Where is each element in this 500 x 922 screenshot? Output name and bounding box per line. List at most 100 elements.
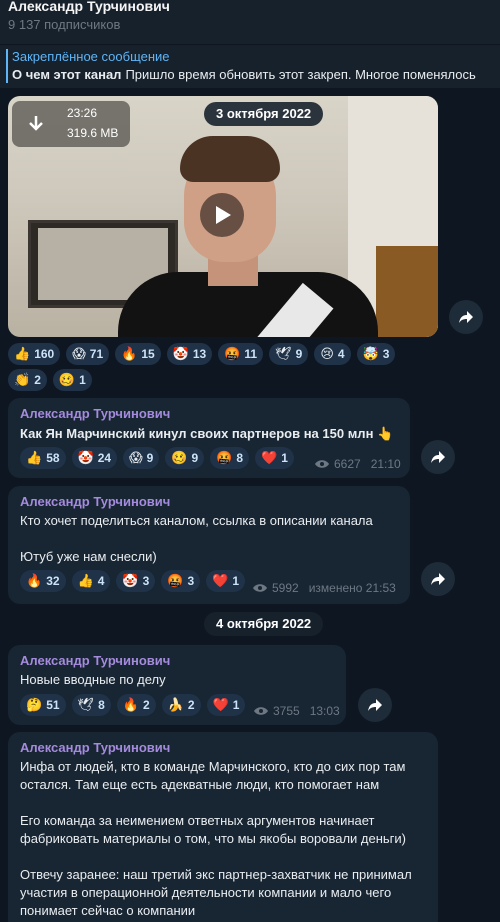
reaction-emoji-icon: 🍌 <box>167 697 184 712</box>
forward-icon <box>431 451 445 463</box>
forward-button[interactable] <box>358 688 392 722</box>
reaction-chip[interactable]: 👏 2 <box>8 369 47 391</box>
reaction-count: 8 <box>98 698 105 712</box>
download-icon[interactable] <box>26 114 46 134</box>
reaction-count: 24 <box>97 451 112 465</box>
reaction-chip[interactable]: 🔥 15 <box>115 343 161 365</box>
play-icon <box>216 206 231 224</box>
reaction-count: 9 <box>191 451 199 465</box>
reaction-chip[interactable]: 🤯 3 <box>356 343 396 365</box>
reaction-chip[interactable]: 🕊 9 <box>269 343 309 365</box>
message-bubble[interactable]: Александр Турчинович Как Ян Марчинский к… <box>8 398 410 478</box>
reaction-chip[interactable]: 🔥 2 <box>116 694 156 716</box>
reaction-emoji-icon: ❤️ <box>212 697 229 712</box>
reaction-emoji-icon: 🤬 <box>167 573 184 588</box>
chat-header[interactable]: Александр Турчинович 9 137 подписчиков <box>0 0 500 44</box>
reaction-count: 2 <box>187 698 195 712</box>
reaction-count: 1 <box>281 451 288 465</box>
pinned-label: Закреплённое сообщение <box>12 49 170 64</box>
reaction-count: 32 <box>46 574 60 588</box>
video-door <box>376 246 438 337</box>
reaction-emoji-icon: 🥴 <box>58 372 76 387</box>
reaction-chip[interactable]: 🤡 13 <box>166 343 213 365</box>
message-reactions: 🔥 32 👍 4 🤡 3 🤬 3 ❤️ 1 <box>20 570 246 592</box>
reaction-count: 1 <box>232 574 240 588</box>
reaction-emoji-icon: 😱 <box>72 346 86 361</box>
message-author[interactable]: Александр Турчинович <box>20 740 170 755</box>
download-badge[interactable]: 23:26 319.6 MB <box>12 101 130 147</box>
reaction-chip[interactable]: 🤡 24 <box>71 447 118 469</box>
reaction-count: 3 <box>142 574 150 588</box>
video-person-hair <box>180 136 280 182</box>
reaction-count: 3 <box>382 347 390 361</box>
message-text: Инфа от людей, кто в команде Марчинского… <box>20 759 412 918</box>
forward-icon <box>459 311 473 323</box>
pinned-body: Пришло время обновить этот закреп. Много… <box>125 67 476 82</box>
reaction-chip[interactable]: 🤬 11 <box>218 343 264 365</box>
forward-button[interactable] <box>449 300 483 334</box>
reaction-chip[interactable]: 👍 4 <box>71 570 111 592</box>
reaction-emoji-icon: 🤯 <box>362 346 379 361</box>
reaction-chip[interactable]: ❤️ 1 <box>206 694 246 716</box>
reaction-emoji-icon: 🔥 <box>122 697 139 712</box>
subscriber-count: 9 137 подписчиков <box>8 17 121 32</box>
reaction-count: 15 <box>141 347 155 361</box>
forward-button[interactable] <box>421 562 455 596</box>
views-eye-icon <box>253 584 267 592</box>
message-bubble[interactable]: Александр Турчинович Инфа от людей, кто … <box>8 732 438 922</box>
message-bubble[interactable]: Александр Турчинович Новые вводные по де… <box>8 645 346 725</box>
reaction-emoji-icon: 👍 <box>77 573 94 588</box>
reaction-chip[interactable]: 🕊 8 <box>71 694 111 716</box>
pinned-message[interactable]: Закреплённое сообщение О чем этот канал П… <box>0 44 500 88</box>
view-count: 6627 <box>334 457 361 471</box>
message-bubble[interactable]: Александр Турчинович Кто хочет поделитьс… <box>8 486 410 604</box>
reaction-count: 1 <box>79 373 86 387</box>
reaction-chip[interactable]: 🥴 9 <box>165 447 205 469</box>
reaction-chip[interactable]: 🤔 51 <box>20 694 66 716</box>
video-duration: 23:26 <box>67 106 98 120</box>
reaction-emoji-icon: ❤️ <box>212 573 229 588</box>
reaction-chip[interactable]: 😱 9 <box>123 447 160 469</box>
reaction-chip[interactable]: 🤬 8 <box>210 447 250 469</box>
reaction-emoji-icon: 🤬 <box>224 346 241 361</box>
video-reactions-row-1: 👍 160 😱 71 🔥 15 🤡 13 🤬 11 🕊 9 😢 4 🤯 3 <box>8 343 396 365</box>
reaction-chip[interactable]: 👍 160 <box>8 343 61 365</box>
reaction-count: 9 <box>146 451 154 465</box>
forward-button[interactable] <box>421 440 455 474</box>
date-separator: 3 октября 2022 <box>204 102 324 126</box>
video-reactions-row-2: 👏 2 🥴 1 <box>8 369 92 391</box>
reaction-chip[interactable]: ❤️ 1 <box>255 447 294 469</box>
date-separator: 4 октября 2022 <box>204 612 324 636</box>
reaction-emoji-icon: 👍 <box>14 346 31 361</box>
views-eye-icon <box>315 460 329 468</box>
reaction-chip[interactable]: 😢 4 <box>314 343 351 365</box>
reaction-count: 51 <box>46 698 60 712</box>
channel-title[interactable]: Александр Турчинович <box>8 0 170 14</box>
message-text: Как Ян Марчинский кинул своих партнеров … <box>20 426 394 441</box>
reaction-chip[interactable]: 🍌 2 <box>161 694 201 716</box>
message-author[interactable]: Александр Турчинович <box>20 406 170 421</box>
reaction-chip[interactable]: 🥴 1 <box>52 369 92 391</box>
reaction-count: 11 <box>244 347 258 361</box>
reaction-count: 3 <box>187 574 195 588</box>
reaction-chip[interactable]: 😱 71 <box>66 343 110 365</box>
reaction-chip[interactable]: ❤️ 1 <box>206 570 246 592</box>
reaction-count: 71 <box>89 347 104 361</box>
reaction-emoji-icon: 👍 <box>26 450 43 465</box>
message-reactions: 🤔 51 🕊 8 🔥 2 🍌 2 ❤️ 1 <box>20 694 246 716</box>
play-button[interactable] <box>200 193 244 237</box>
reaction-count: 4 <box>337 347 345 361</box>
reaction-emoji-icon: 😱 <box>129 450 143 465</box>
message-author[interactable]: Александр Турчинович <box>20 653 170 668</box>
reaction-chip[interactable]: 🤬 3 <box>161 570 201 592</box>
message-reactions: 👍 58 🤡 24 😱 9 🥴 9 🤬 8 ❤️ 1 <box>20 447 294 469</box>
message-author[interactable]: Александр Турчинович <box>20 494 170 509</box>
message-text: Новые вводные по делу <box>20 672 166 687</box>
reaction-chip[interactable]: 👍 58 <box>20 447 66 469</box>
reaction-emoji-icon: 🔥 <box>26 573 43 588</box>
reaction-emoji-icon: 🥴 <box>171 450 188 465</box>
reaction-count: 9 <box>295 347 303 361</box>
view-count: 3755 <box>273 704 300 718</box>
reaction-chip[interactable]: 🤡 3 <box>116 570 156 592</box>
reaction-chip[interactable]: 🔥 32 <box>20 570 66 592</box>
